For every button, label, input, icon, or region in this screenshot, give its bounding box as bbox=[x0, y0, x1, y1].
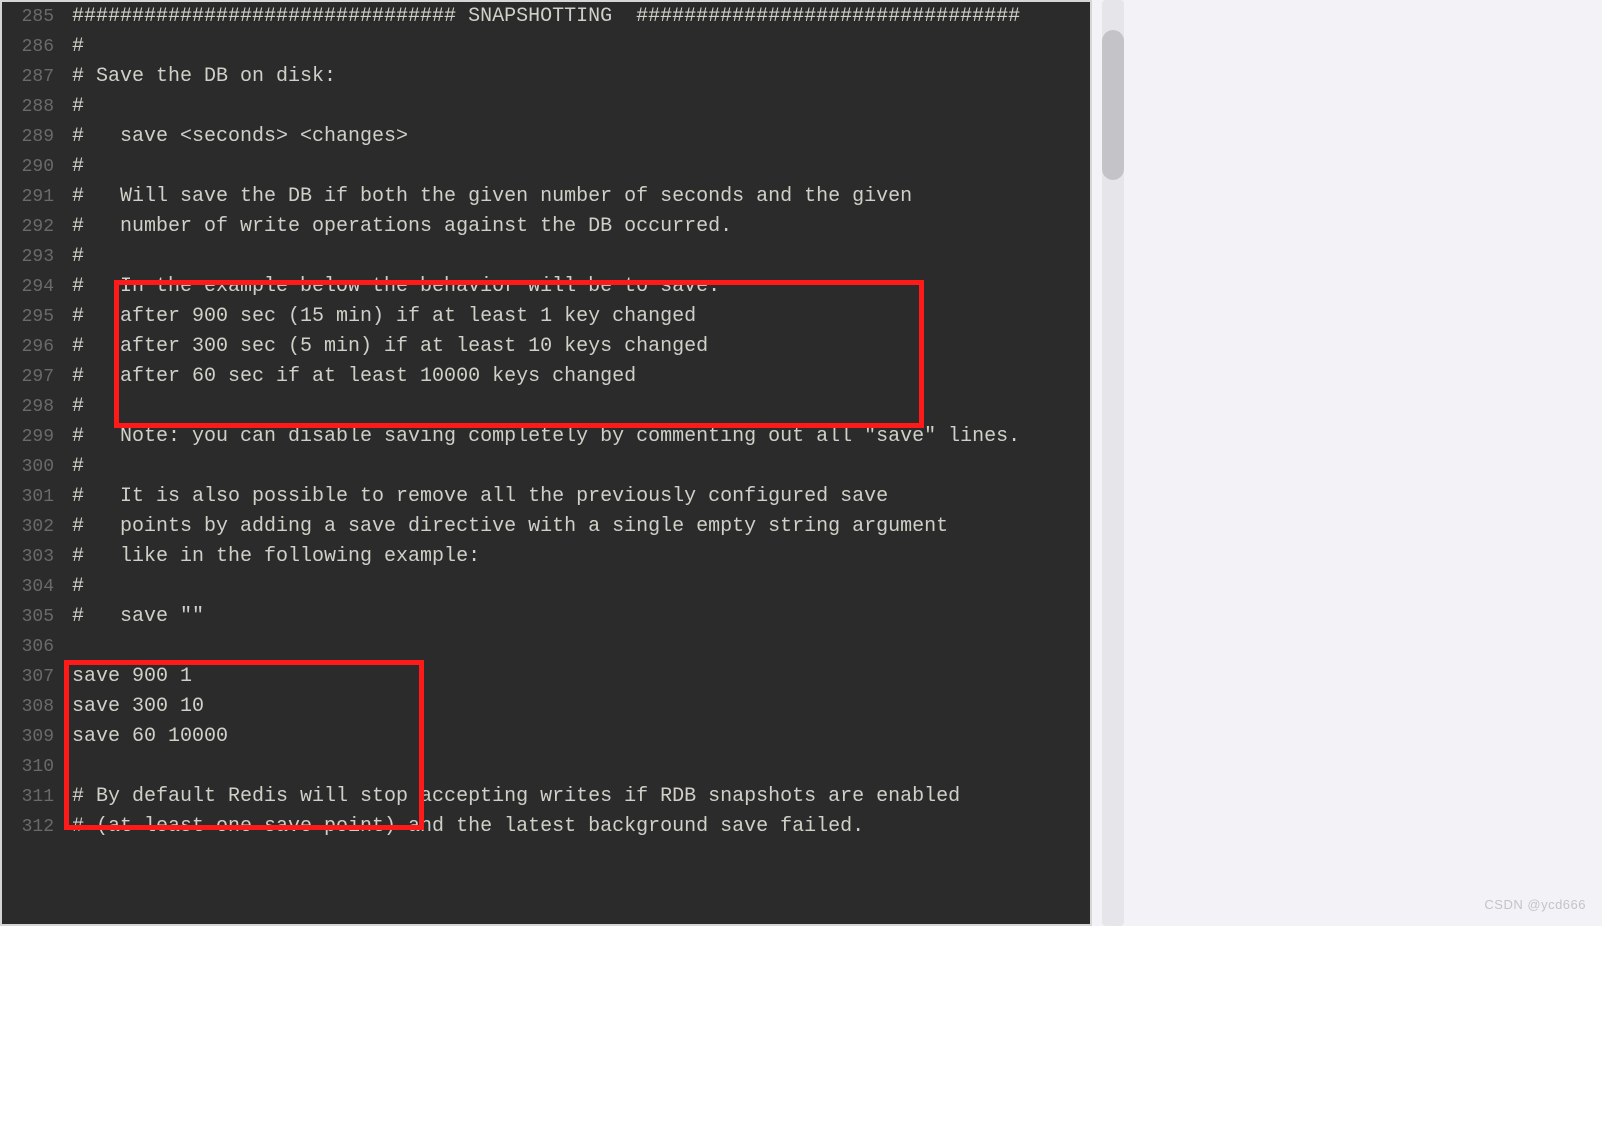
line-number: 308 bbox=[2, 692, 72, 722]
code-line[interactable]: 306 bbox=[2, 632, 1090, 662]
line-content: # save <seconds> <changes> bbox=[72, 122, 408, 152]
code-line[interactable]: 300# bbox=[2, 452, 1090, 482]
code-line[interactable]: 285################################ SNAP… bbox=[2, 2, 1090, 32]
line-content: # bbox=[72, 572, 84, 602]
line-content: save 60 10000 bbox=[72, 722, 228, 752]
line-number: 289 bbox=[2, 122, 72, 152]
line-content: # In the example below the behavior will… bbox=[72, 272, 720, 302]
code-line[interactable]: 289# save <seconds> <changes> bbox=[2, 122, 1090, 152]
code-line[interactable]: 299# Note: you can disable saving comple… bbox=[2, 422, 1090, 452]
line-number: 307 bbox=[2, 662, 72, 692]
line-content: # after 60 sec if at least 10000 keys ch… bbox=[72, 362, 636, 392]
code-line[interactable]: 305# save "" bbox=[2, 602, 1090, 632]
line-number: 306 bbox=[2, 632, 72, 662]
code-line[interactable]: 309save 60 10000 bbox=[2, 722, 1090, 752]
line-number: 288 bbox=[2, 92, 72, 122]
line-content: # bbox=[72, 392, 84, 422]
watermark-text: CSDN @ycd666 bbox=[1484, 890, 1586, 920]
line-number: 293 bbox=[2, 242, 72, 272]
line-number: 290 bbox=[2, 152, 72, 182]
line-content: save 900 1 bbox=[72, 662, 192, 692]
line-content: # bbox=[72, 452, 84, 482]
code-line[interactable]: 304# bbox=[2, 572, 1090, 602]
line-number: 301 bbox=[2, 482, 72, 512]
code-line[interactable]: 301# It is also possible to remove all t… bbox=[2, 482, 1090, 512]
line-content: # Save the DB on disk: bbox=[72, 62, 336, 92]
line-number: 300 bbox=[2, 452, 72, 482]
line-content: # points by adding a save directive with… bbox=[72, 512, 948, 542]
line-number: 302 bbox=[2, 512, 72, 542]
line-number: 292 bbox=[2, 212, 72, 242]
code-line[interactable]: 292# number of write operations against … bbox=[2, 212, 1090, 242]
line-content: # bbox=[72, 152, 84, 182]
code-line[interactable]: 308save 300 10 bbox=[2, 692, 1090, 722]
line-number: 285 bbox=[2, 2, 72, 32]
code-line[interactable]: 312# (at least one save point) and the l… bbox=[2, 812, 1090, 842]
line-content: # bbox=[72, 92, 84, 122]
scrollbar-region bbox=[1092, 0, 1602, 926]
line-number: 309 bbox=[2, 722, 72, 752]
line-number: 312 bbox=[2, 812, 72, 842]
line-content: # number of write operations against the… bbox=[72, 212, 732, 242]
line-number: 298 bbox=[2, 392, 72, 422]
line-number: 291 bbox=[2, 182, 72, 212]
code-line[interactable]: 310 bbox=[2, 752, 1090, 782]
line-content: # Will save the DB if both the given num… bbox=[72, 182, 912, 212]
line-content: # after 300 sec (5 min) if at least 10 k… bbox=[72, 332, 708, 362]
line-number: 286 bbox=[2, 32, 72, 62]
code-area[interactable]: 285################################ SNAP… bbox=[2, 2, 1090, 924]
code-line[interactable]: 296# after 300 sec (5 min) if at least 1… bbox=[2, 332, 1090, 362]
line-number: 305 bbox=[2, 602, 72, 632]
line-number: 310 bbox=[2, 752, 72, 782]
line-number: 299 bbox=[2, 422, 72, 452]
line-content: # bbox=[72, 32, 84, 62]
code-line[interactable]: 290# bbox=[2, 152, 1090, 182]
line-content: ################################ SNAPSHO… bbox=[72, 2, 1020, 32]
line-number: 311 bbox=[2, 782, 72, 812]
code-line[interactable]: 286# bbox=[2, 32, 1090, 62]
line-number: 297 bbox=[2, 362, 72, 392]
line-content: # after 900 sec (15 min) if at least 1 k… bbox=[72, 302, 696, 332]
line-content: save 300 10 bbox=[72, 692, 204, 722]
code-line[interactable]: 297# after 60 sec if at least 10000 keys… bbox=[2, 362, 1090, 392]
line-content: # like in the following example: bbox=[72, 542, 480, 572]
code-line[interactable]: 302# points by adding a save directive w… bbox=[2, 512, 1090, 542]
line-content: # It is also possible to remove all the … bbox=[72, 482, 888, 512]
line-number: 303 bbox=[2, 542, 72, 572]
line-content: # bbox=[72, 242, 84, 272]
line-content: # By default Redis will stop accepting w… bbox=[72, 782, 960, 812]
line-content: # (at least one save point) and the late… bbox=[72, 812, 864, 842]
code-line[interactable]: 311# By default Redis will stop acceptin… bbox=[2, 782, 1090, 812]
scrollbar-thumb[interactable] bbox=[1102, 30, 1124, 180]
code-line[interactable]: 293# bbox=[2, 242, 1090, 272]
code-line[interactable]: 307save 900 1 bbox=[2, 662, 1090, 692]
line-number: 304 bbox=[2, 572, 72, 602]
line-number: 296 bbox=[2, 332, 72, 362]
code-line[interactable]: 291# Will save the DB if both the given … bbox=[2, 182, 1090, 212]
code-line[interactable]: 303# like in the following example: bbox=[2, 542, 1090, 572]
line-content: # save "" bbox=[72, 602, 204, 632]
code-editor-viewport[interactable]: 285################################ SNAP… bbox=[0, 0, 1092, 926]
line-number: 295 bbox=[2, 302, 72, 332]
line-number: 287 bbox=[2, 62, 72, 92]
code-line[interactable]: 298# bbox=[2, 392, 1090, 422]
code-line[interactable]: 295# after 900 sec (15 min) if at least … bbox=[2, 302, 1090, 332]
code-line[interactable]: 288# bbox=[2, 92, 1090, 122]
line-number: 294 bbox=[2, 272, 72, 302]
code-line[interactable]: 287# Save the DB on disk: bbox=[2, 62, 1090, 92]
code-line[interactable]: 294# In the example below the behavior w… bbox=[2, 272, 1090, 302]
line-content: # Note: you can disable saving completel… bbox=[72, 422, 1020, 452]
page-background bbox=[0, 926, 1602, 1126]
